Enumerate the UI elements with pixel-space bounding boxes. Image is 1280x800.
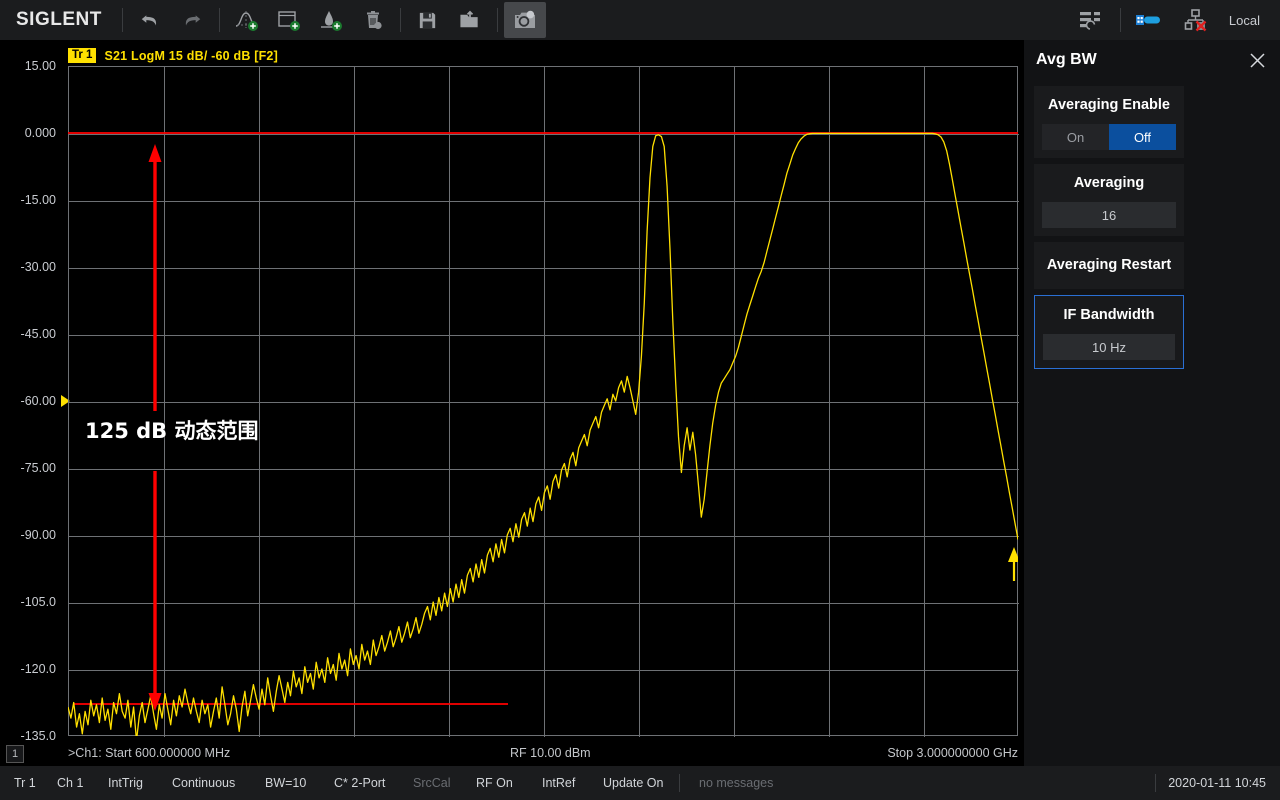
y-axis-tick-label: -90.00 xyxy=(20,528,56,542)
dynamic-range-annotation: 125 dB 动态范围 xyxy=(85,419,259,443)
status-item-rf-on[interactable]: RF On xyxy=(476,776,513,790)
top-toolbar: SIGLENT Local xyxy=(0,0,1280,40)
status-item-update-on[interactable]: Update On xyxy=(603,776,663,790)
panel-controls: Averaging Enable On Off Averaging 16 Ave… xyxy=(1024,80,1194,375)
trace-header-text: S21 LogM 15 dB/ -60 dB [F2] xyxy=(104,48,278,63)
avg-bw-panel: Avg BW Averaging Enable On Off Averaging… xyxy=(1024,40,1280,766)
channel-power-text[interactable]: RF 10.00 dBm xyxy=(510,746,591,760)
status-item-ch-1[interactable]: Ch 1 xyxy=(57,776,83,790)
y-axis-tick-label: -60.00 xyxy=(20,394,56,408)
trace-tag[interactable]: Tr 1 xyxy=(68,48,97,63)
redo-icon[interactable] xyxy=(171,2,213,38)
lan-disconnected-icon[interactable] xyxy=(1173,2,1219,38)
status-item-srccal[interactable]: SrcCal xyxy=(413,776,451,790)
status-item-continuous[interactable]: Continuous xyxy=(172,776,235,790)
status-datetime: 2020-01-11 10:45 xyxy=(1168,776,1266,790)
averaging-restart-button[interactable]: Averaging Restart xyxy=(1034,242,1184,289)
averaging-restart-label: Averaging Restart xyxy=(1046,257,1172,273)
status-item-intref[interactable]: IntRef xyxy=(542,776,575,790)
averaging-enable-label: Averaging Enable xyxy=(1048,97,1170,113)
y-axis-tick-label: -75.00 xyxy=(20,461,56,475)
save-icon[interactable] xyxy=(407,2,449,38)
delete-icon[interactable] xyxy=(352,2,394,38)
y-axis-tick-label: 0.000 xyxy=(24,126,56,140)
averaging-enable-off-button[interactable]: Off xyxy=(1109,124,1176,150)
channel-badge[interactable]: 1 xyxy=(6,745,24,763)
y-axis-tick-label: -135.0 xyxy=(20,729,56,743)
add-trace-icon[interactable] xyxy=(226,2,268,38)
y-axis-tick-label: -45.00 xyxy=(20,327,56,341)
open-icon[interactable] xyxy=(449,2,491,38)
toolbar-divider xyxy=(399,8,401,32)
channel-info-bar: 1 >Ch1: Start 600.000000 MHz RF 10.00 dB… xyxy=(0,742,1024,766)
y-axis-labels: 15.00 0.000 -15.00 -30.00 -45.00 -60.00 -75.00… xyxy=(0,59,70,743)
toolbar-divider xyxy=(496,8,498,32)
status-divider xyxy=(679,774,680,792)
status-item-bw-10[interactable]: BW=10 xyxy=(265,776,306,790)
usb-icon[interactable] xyxy=(1127,2,1173,38)
add-window-icon[interactable] xyxy=(268,2,310,38)
close-icon[interactable] xyxy=(1246,49,1268,71)
trace-svg-layer xyxy=(68,132,1018,736)
if-bandwidth-control[interactable]: IF Bandwidth 10 Hz xyxy=(1034,295,1184,369)
averaging-count-label: Averaging xyxy=(1073,175,1145,191)
trace-end-marker-icon xyxy=(1008,547,1018,581)
brand-logo: SIGLENT xyxy=(16,9,102,30)
panel-header: Avg BW xyxy=(1024,40,1280,80)
averaging-enable-control: Averaging Enable On Off xyxy=(1034,86,1184,158)
plot-area[interactable]: Tr 1 S21 LogM 15 dB/ -60 dB [F2] 15.00 0.… xyxy=(0,40,1024,766)
averaging-enable-toggle[interactable]: On Off xyxy=(1042,124,1176,150)
status-bar: Tr 1 Ch 1 IntTrig Continuous BW=10 C* 2-Port S… xyxy=(0,766,1280,800)
if-bandwidth-value[interactable]: 10 Hz xyxy=(1043,334,1175,360)
y-axis-tick-label: 15.00 xyxy=(24,59,56,73)
toolbar-right-group: Local xyxy=(1068,2,1280,38)
local-mode-label[interactable]: Local xyxy=(1219,13,1268,28)
y-axis-tick-label: -120.0 xyxy=(20,662,56,676)
trace-header[interactable]: Tr 1 S21 LogM 15 dB/ -60 dB [F2] xyxy=(68,47,278,64)
averaging-count-control: Averaging 16 xyxy=(1034,164,1184,236)
channel-start-text[interactable]: >Ch1: Start 600.000000 MHz xyxy=(68,746,230,760)
status-divider xyxy=(1155,774,1156,792)
status-item-c-2-port[interactable]: C* 2-Port xyxy=(334,776,385,790)
status-message: no messages xyxy=(699,776,774,790)
panel-title: Avg BW xyxy=(1036,51,1097,68)
add-marker-icon[interactable] xyxy=(310,2,352,38)
y-axis-tick-label: -30.00 xyxy=(20,260,56,274)
list-refresh-icon[interactable] xyxy=(1068,2,1114,38)
screenshot-icon[interactable] xyxy=(503,2,546,38)
y-axis-tick-label: -15.00 xyxy=(20,193,56,207)
averaging-enable-on-button[interactable]: On xyxy=(1042,124,1109,150)
if-bandwidth-label: IF Bandwidth xyxy=(1063,307,1155,323)
y-axis-tick-label: -105.0 xyxy=(20,595,56,609)
status-item-inttrig[interactable]: IntTrig xyxy=(108,776,143,790)
toolbar-divider xyxy=(1119,8,1121,32)
undo-icon[interactable] xyxy=(129,2,171,38)
channel-stop-text[interactable]: Stop 3.000000000 GHz xyxy=(887,746,1018,760)
averaging-count-value[interactable]: 16 xyxy=(1042,202,1176,228)
toolbar-divider xyxy=(121,8,123,32)
toolbar-divider xyxy=(218,8,220,32)
status-item-tr-1[interactable]: Tr 1 xyxy=(14,776,36,790)
